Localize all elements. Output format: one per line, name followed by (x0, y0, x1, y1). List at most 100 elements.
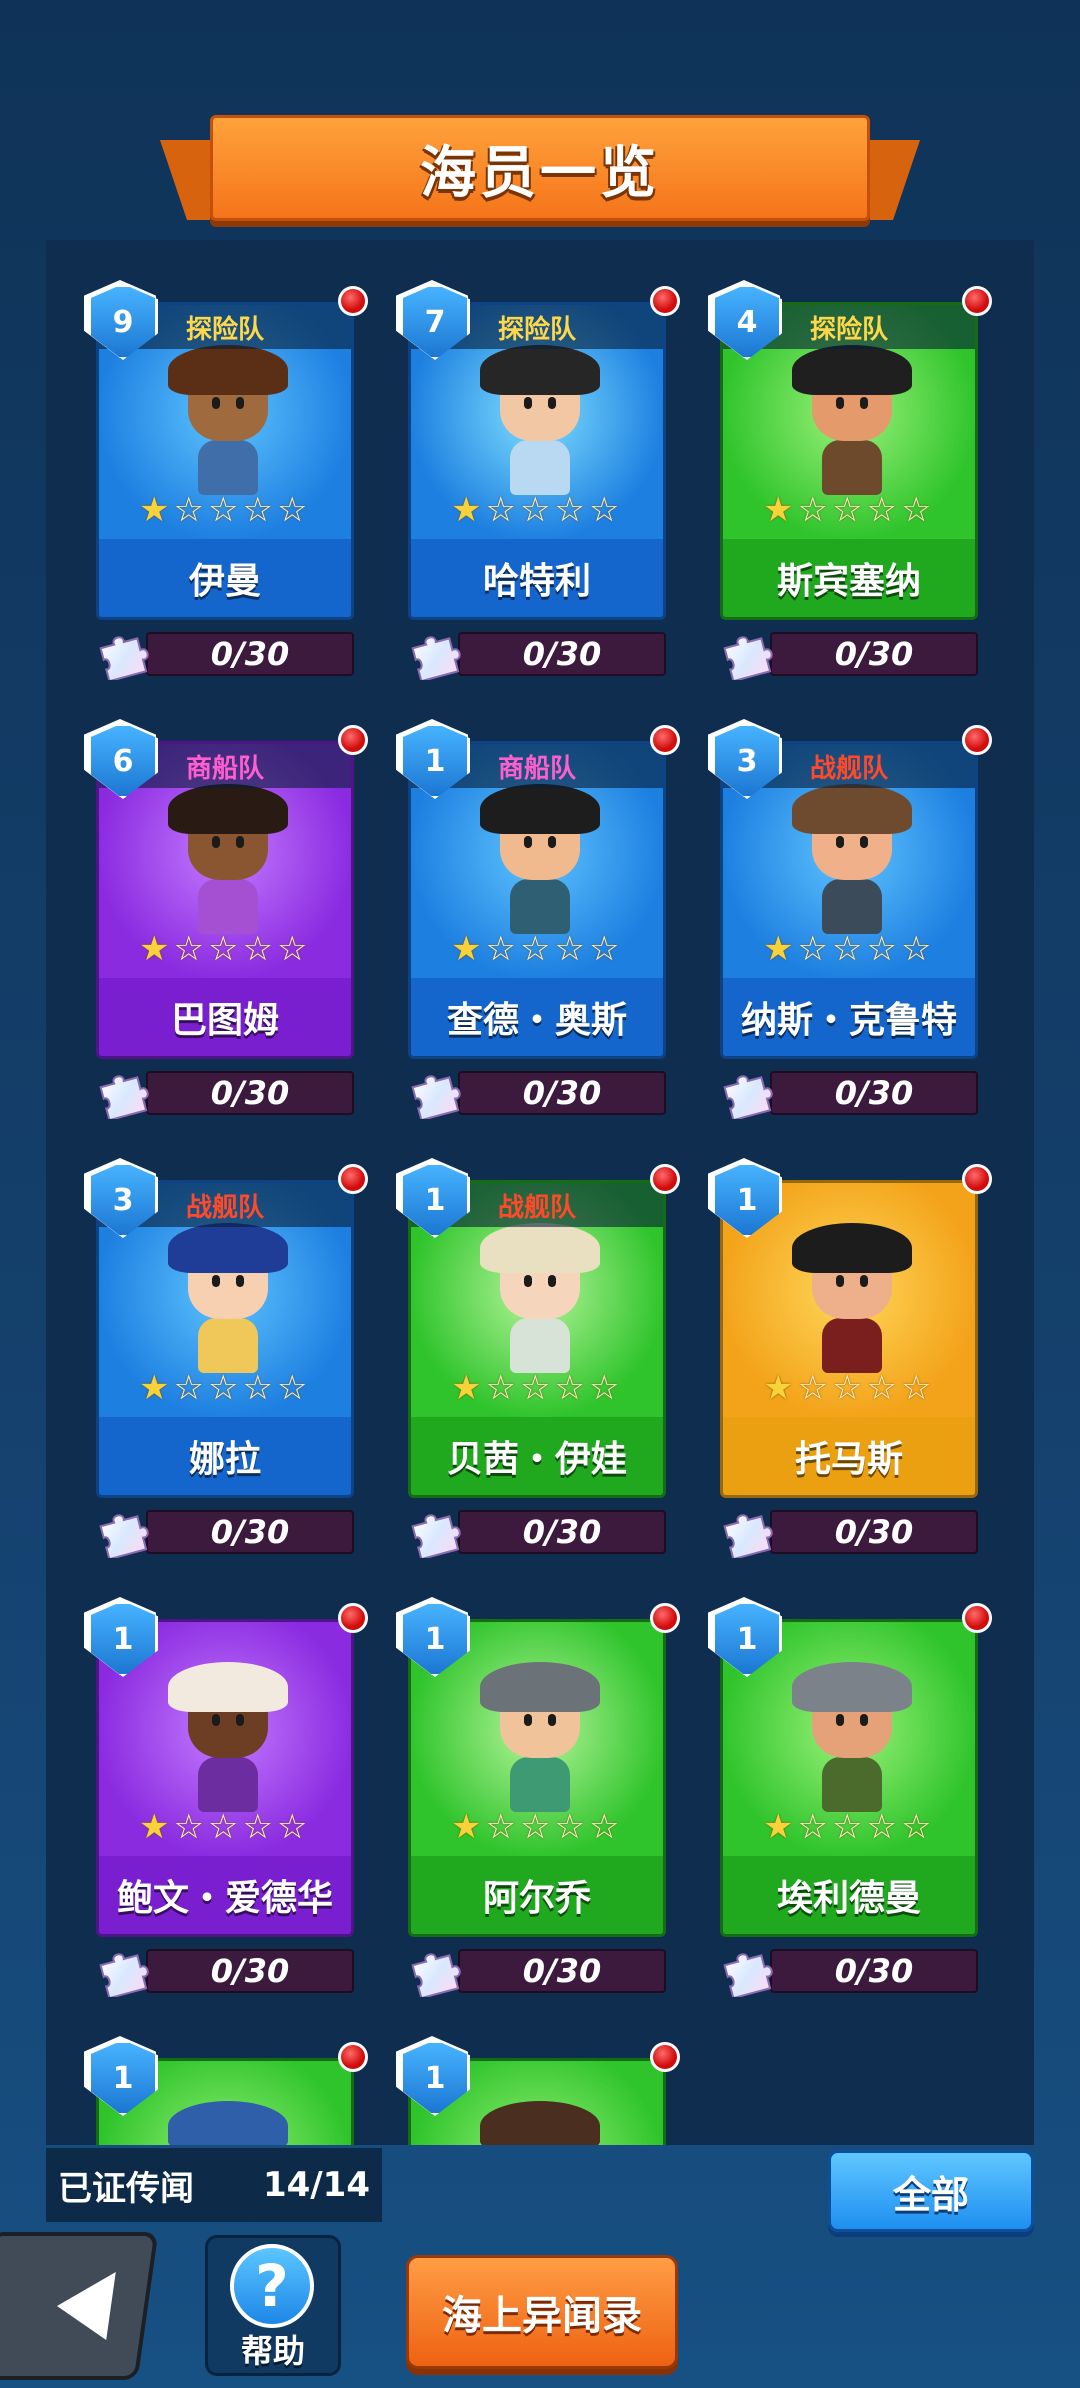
star-icon: ☆ (485, 490, 516, 530)
help-label: 帮助 (240, 2332, 305, 2370)
star-icon: ☆ (797, 490, 828, 530)
notification-dot-icon (338, 1603, 368, 1633)
star-icon: ☆ (276, 929, 308, 969)
crew-card[interactable]: ★ ☆ ☆ ☆ ☆ 阿尔乔 1 0/30 (396, 1597, 680, 1997)
crew-card[interactable]: 探险队 ★ ☆ ☆ ☆ ☆ 伊曼 9 0/30 (84, 280, 368, 680)
puzzle-piece-icon (99, 1953, 149, 1997)
fragment-count: 0/30 (834, 1074, 914, 1112)
star-icon: ★ (763, 1368, 794, 1408)
star-icon: ☆ (797, 929, 828, 969)
puzzle-piece-icon (99, 1514, 149, 1558)
puzzle-piece-icon (99, 1075, 149, 1119)
crew-card[interactable]: ★ ☆ ☆ ☆ ☆ 托马斯 1 0/30 (708, 1158, 992, 1558)
star-icon: ★ (451, 490, 482, 530)
sea-log-button[interactable]: 海上异闻录 (406, 2255, 678, 2369)
notification-dot-icon (962, 1164, 992, 1194)
name-bar: 哈特利 (411, 539, 663, 617)
crew-card[interactable]: 战舰队 ★ ☆ ☆ ☆ ☆ 纳斯・克鲁特 3 0/30 (708, 719, 992, 1119)
star-icon: ☆ (900, 490, 932, 530)
fragment-progress: 0/30 (458, 1071, 666, 1115)
crew-name: 查德・奥斯 (446, 1000, 627, 1041)
banner-plate: 海员一览 (210, 115, 870, 221)
legend-label: 已证传闻 (58, 2168, 194, 2209)
fragment-progress: 0/30 (770, 1071, 978, 1115)
notification-dot-icon (338, 725, 368, 755)
puzzle-piece-icon (411, 1075, 461, 1119)
star-icon: ☆ (485, 1368, 516, 1408)
notification-dot-icon (962, 286, 992, 316)
notification-dot-icon (338, 2042, 368, 2072)
crew-card[interactable]: 商船队 ★ ☆ ☆ ☆ ☆ 巴图姆 6 0/30 (84, 719, 368, 1119)
crew-figure (480, 1223, 600, 1373)
star-icon: ☆ (900, 1807, 932, 1847)
question-icon: ? (230, 2244, 314, 2328)
star-icon: ☆ (900, 1368, 932, 1408)
star-icon: ☆ (588, 490, 620, 530)
fragment-progress: 0/30 (458, 1949, 666, 1993)
fragment-count: 0/30 (210, 1074, 290, 1112)
star-icon: ★ (451, 929, 482, 969)
star-icon: ☆ (866, 1807, 897, 1847)
star-rating: ★ ☆ ☆ ☆ ☆ (763, 493, 931, 527)
star-icon: ☆ (797, 1807, 828, 1847)
fragment-progress: 0/30 (146, 632, 354, 676)
crew-grid[interactable]: 探险队 ★ ☆ ☆ ☆ ☆ 伊曼 9 0/30 探险队 ★ ☆ ☆ ☆ ☆ 哈特利 7 0/30 探险队 ★ ☆ ☆ ☆ ☆ 斯… (46, 240, 1034, 2145)
star-rating: ★ ☆ ☆ ☆ ☆ (451, 932, 619, 966)
crew-card[interactable]: 1 (396, 2036, 680, 2145)
star-icon: ☆ (519, 1807, 551, 1847)
name-bar: 鲍文・爱德华 (99, 1856, 351, 1934)
star-icon: ☆ (242, 490, 273, 530)
crew-card[interactable]: 1 (84, 2036, 368, 2145)
name-bar: 埃利德曼 (723, 1856, 975, 1934)
crew-card[interactable]: 战舰队 ★ ☆ ☆ ☆ ☆ 贝茜・伊娃 1 0/30 (396, 1158, 680, 1558)
star-icon: ☆ (242, 1807, 273, 1847)
star-icon: ☆ (276, 490, 308, 530)
star-icon: ☆ (588, 1807, 620, 1847)
help-button[interactable]: ? 帮助 (205, 2235, 341, 2376)
star-icon: ☆ (900, 929, 932, 969)
star-icon: ☆ (207, 1807, 239, 1847)
puzzle-piece-icon (723, 636, 773, 680)
star-icon: ☆ (519, 1368, 551, 1408)
crew-card[interactable]: 探险队 ★ ☆ ☆ ☆ ☆ 哈特利 7 0/30 (396, 280, 680, 680)
notification-dot-icon (650, 286, 680, 316)
notification-dot-icon (650, 1164, 680, 1194)
puzzle-piece-icon (411, 1514, 461, 1558)
crew-card[interactable]: 探险队 ★ ☆ ☆ ☆ ☆ 斯宾塞纳 4 0/30 (708, 280, 992, 680)
fragment-progress: 0/30 (146, 1510, 354, 1554)
puzzle-piece-icon (411, 636, 461, 680)
fragment-count: 0/30 (210, 1513, 290, 1551)
star-icon: ☆ (242, 1368, 273, 1408)
name-bar: 斯宾塞纳 (723, 539, 975, 617)
name-bar: 伊曼 (99, 539, 351, 617)
fragment-count: 0/30 (522, 1074, 602, 1112)
crew-card[interactable]: ★ ☆ ☆ ☆ ☆ 埃利德曼 1 0/30 (708, 1597, 992, 1997)
filter-all-label: 全部 (892, 2172, 969, 2217)
fragment-count: 0/30 (834, 1952, 914, 1990)
star-icon: ☆ (831, 1807, 863, 1847)
star-icon: ☆ (831, 490, 863, 530)
star-icon: ★ (451, 1368, 482, 1408)
star-rating: ★ ☆ ☆ ☆ ☆ (139, 1371, 307, 1405)
star-icon: ☆ (554, 1807, 585, 1847)
back-arrow-icon (52, 2272, 116, 2340)
star-rating: ★ ☆ ☆ ☆ ☆ (451, 1810, 619, 1844)
crew-name: 鲍文・爱德华 (116, 1878, 333, 1919)
star-icon: ☆ (797, 1368, 828, 1408)
fragment-progress: 0/30 (770, 1510, 978, 1554)
crew-name: 埃利德曼 (776, 1878, 921, 1919)
star-icon: ☆ (485, 929, 516, 969)
crew-card[interactable]: 战舰队 ★ ☆ ☆ ☆ ☆ 娜拉 3 0/30 (84, 1158, 368, 1558)
filter-all-button[interactable]: 全部 (828, 2150, 1034, 2232)
crew-card[interactable]: 商船队 ★ ☆ ☆ ☆ ☆ 查德・奥斯 1 0/30 (396, 719, 680, 1119)
back-button[interactable] (0, 2232, 159, 2380)
puzzle-piece-icon (411, 1953, 461, 1997)
star-icon: ☆ (588, 929, 620, 969)
crew-name: 伊曼 (188, 561, 261, 602)
crew-card[interactable]: ★ ☆ ☆ ☆ ☆ 鲍文・爱德华 1 0/30 (84, 1597, 368, 1997)
star-icon: ☆ (242, 929, 273, 969)
star-icon: ☆ (173, 929, 204, 969)
fragment-count: 0/30 (522, 1513, 602, 1551)
star-icon: ☆ (207, 1368, 239, 1408)
notification-dot-icon (338, 1164, 368, 1194)
